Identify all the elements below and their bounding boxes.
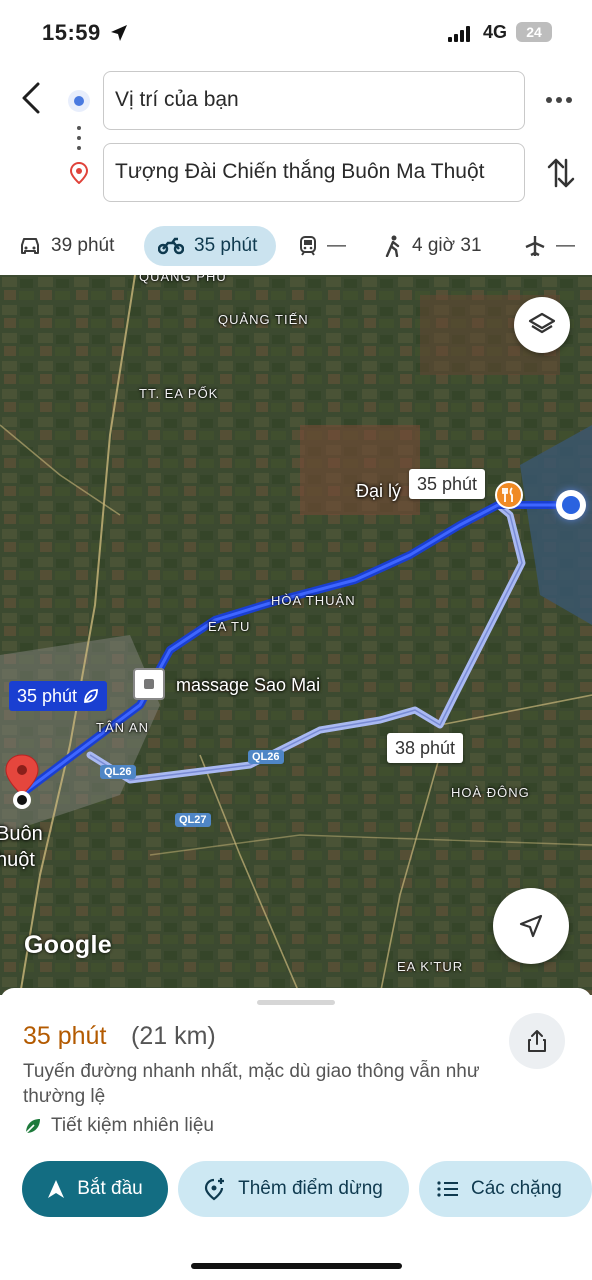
poi-label-dai-ly[interactable]: Đại lý xyxy=(356,481,401,502)
selected-route-time-label[interactable]: 35 phút xyxy=(9,681,108,711)
route-time-label[interactable]: 35 phút xyxy=(409,469,486,499)
travel-mode-bar: 39 phút 35 phút — 4 giờ 31 — xyxy=(0,222,592,272)
destination-marker-icon xyxy=(3,753,41,818)
mode-flight[interactable]: — xyxy=(524,226,575,266)
mode-transit-label: — xyxy=(327,235,346,256)
network-type: 4G xyxy=(483,22,508,42)
layers-button[interactable] xyxy=(514,297,570,353)
road-shield: QL26 xyxy=(100,765,136,779)
share-icon xyxy=(528,1030,546,1052)
google-logo: Google xyxy=(24,931,112,959)
steps-button[interactable]: Các chặng xyxy=(419,1161,592,1217)
place-label: HOÀ ĐÔNG xyxy=(451,785,530,800)
destination-field[interactable]: Tượng Đài Chiến thắng Buôn Ma Thuột xyxy=(103,143,525,202)
route-duration: 35 phút xyxy=(23,1022,107,1050)
navigation-arrow-icon xyxy=(519,914,543,938)
status-time: 15:59 xyxy=(42,20,101,45)
mode-walk-label: 4 giờ 31 xyxy=(412,235,482,256)
eco-friendly-note: Tiết kiệm nhiên liệu xyxy=(23,1115,214,1137)
status-bar: 15:59 4G 24 xyxy=(0,0,592,64)
add-stop-pin-icon xyxy=(205,1178,225,1201)
road-shield: QL27 xyxy=(175,813,211,827)
car-icon xyxy=(21,238,39,254)
train-icon xyxy=(300,236,316,256)
place-label: QUẢNG TIẾN xyxy=(218,312,309,327)
location-arrow-icon xyxy=(110,24,128,47)
mode-walk[interactable]: 4 giờ 31 xyxy=(384,226,482,266)
leaf-icon xyxy=(84,689,98,703)
route-distance: (21 km) xyxy=(131,1022,216,1050)
airplane-icon xyxy=(525,236,545,257)
place-label: HÒA THUẬN xyxy=(271,593,356,608)
sheet-drag-handle[interactable] xyxy=(257,1000,335,1005)
mode-transit[interactable]: — xyxy=(299,226,346,266)
battery-indicator: 24 xyxy=(516,22,552,42)
city-label: Buôn xyxy=(0,823,43,845)
place-label: EA K'TUR xyxy=(397,959,464,974)
add-stop-label: Thêm điểm dừng xyxy=(238,1178,383,1199)
walk-icon xyxy=(385,235,400,257)
steps-label: Các chặng xyxy=(471,1178,562,1199)
my-location-dot-icon xyxy=(68,90,90,112)
share-button[interactable] xyxy=(509,1013,565,1069)
recenter-button[interactable] xyxy=(493,888,569,964)
mode-car-label: 39 phút xyxy=(51,235,115,256)
city-label: huột xyxy=(0,849,35,871)
home-indicator xyxy=(191,1263,402,1269)
restaurant-icon[interactable] xyxy=(495,481,523,509)
map-view[interactable]: QUẢNG PHÚ QUẢNG TIẾN TT. EA PỐK HÒA THUẬ… xyxy=(0,275,592,995)
destination-pin-icon xyxy=(69,161,89,189)
mode-car[interactable]: 39 phút xyxy=(19,226,114,266)
satellite-map xyxy=(0,275,592,995)
start-label: Bắt đầu xyxy=(77,1178,143,1199)
route-summary-sheet: 35 phút (21 km) Tuyến đường nhanh nhất, … xyxy=(0,988,592,1280)
place-label: QUẢNG PHÚ xyxy=(139,275,227,284)
origin-field[interactable]: Vị trí của bạn xyxy=(103,71,525,130)
swap-icon[interactable] xyxy=(546,156,576,190)
navigation-icon xyxy=(48,1180,65,1198)
start-navigation-button[interactable]: Bắt đầu xyxy=(22,1161,168,1217)
place-label: TÂN AN xyxy=(96,720,149,735)
layers-icon xyxy=(528,312,556,334)
add-stop-button[interactable]: Thêm điểm dừng xyxy=(178,1161,409,1217)
signal-icon xyxy=(448,26,474,47)
eco-label: Tiết kiệm nhiên liệu xyxy=(51,1115,214,1136)
massage-poi-icon[interactable] xyxy=(133,668,165,700)
place-label: TT. EA PỐK xyxy=(139,386,219,401)
mode-flight-label: — xyxy=(556,235,575,256)
back-button[interactable] xyxy=(18,80,46,116)
route-dots-icon xyxy=(77,126,81,156)
road-shield: QL26 xyxy=(248,750,284,764)
mode-motorbike-label: 35 phút xyxy=(194,235,258,256)
selected-route-time: 35 phút xyxy=(17,686,78,706)
origin-location-icon xyxy=(556,490,586,520)
alt-route-time-label[interactable]: 38 phút xyxy=(387,733,464,763)
place-label: EA TU xyxy=(208,619,251,634)
leaf-icon xyxy=(25,1119,40,1134)
more-options-icon[interactable] xyxy=(544,90,574,110)
motorbike-icon xyxy=(158,237,184,255)
mode-motorbike[interactable]: 35 phút xyxy=(144,226,276,266)
route-description: Tuyến đường nhanh nhất, mặc dù giao thôn… xyxy=(23,1061,480,1107)
poi-label-massage[interactable]: massage Sao Mai xyxy=(176,675,320,696)
list-icon xyxy=(437,1181,458,1197)
